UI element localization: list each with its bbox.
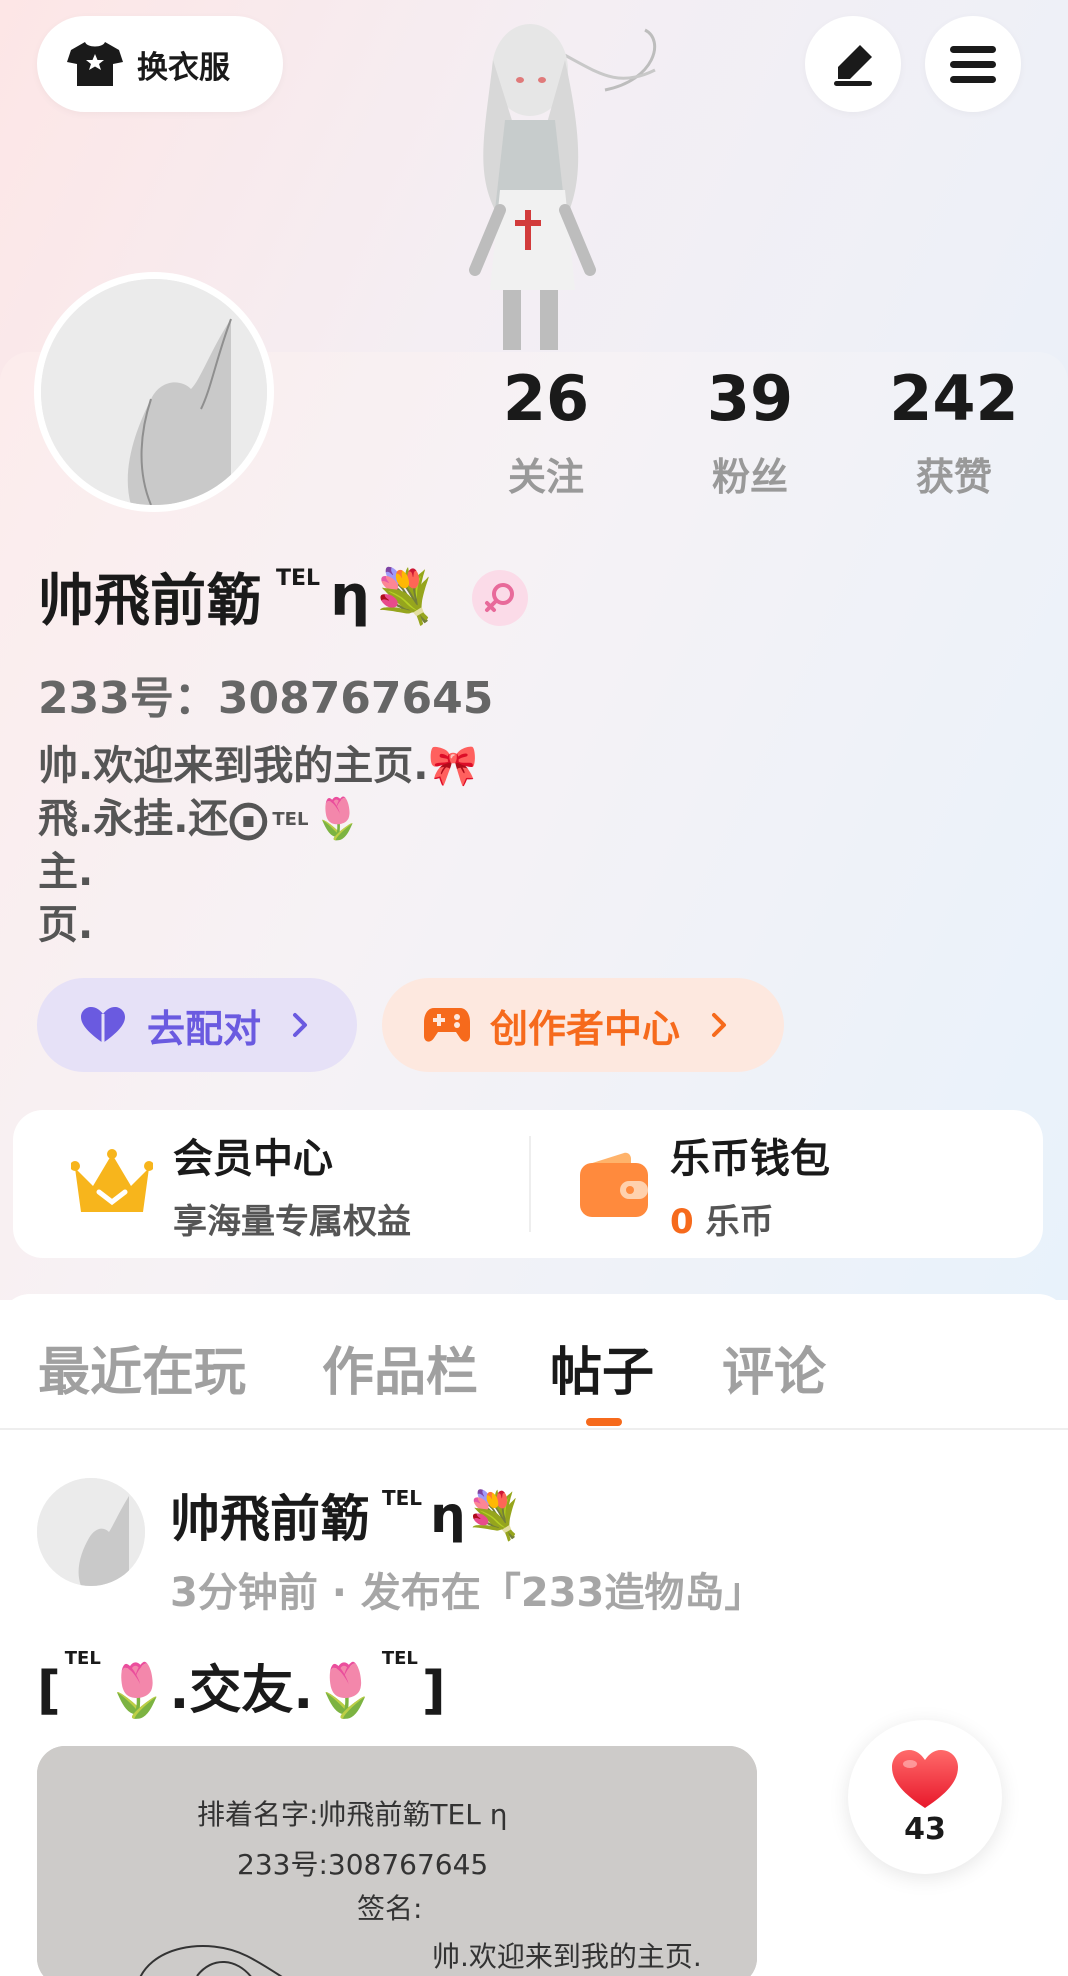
bio-tel-mark: TEL (272, 809, 309, 830)
like-button[interactable]: 43 (848, 1720, 1002, 1874)
membership-subtitle: 享海量专属权益 (173, 1201, 411, 1242)
post-title-tel-right: TEL (381, 1648, 418, 1669)
profile-bio: 帅.欢迎来到我的主页.🎀 飛.永挂.还⨀ TEL 🌷 主. 页. (38, 740, 478, 952)
post-author-avatar[interactable] (37, 1478, 145, 1586)
avatar-character-figure[interactable] (405, 10, 685, 350)
post-author-eta: η (430, 1486, 466, 1544)
bio-line-4: 页. (38, 902, 94, 948)
menu-icon (950, 46, 996, 83)
edit-profile-button[interactable] (805, 16, 901, 112)
post-image[interactable]: 排着名字:帅飛前簕TEL η 233号:308767645 签名: 帅.欢迎来到… (37, 1746, 757, 1976)
stat-likes-count: 242 (889, 362, 1019, 435)
wallet-icon (580, 1152, 648, 1217)
stat-followers-label: 粉丝 (711, 455, 788, 499)
change-outfit-label: 换衣服 (137, 49, 230, 86)
menu-button[interactable] (925, 16, 1021, 112)
chevron-right-icon (712, 1013, 727, 1037)
creator-center-label: 创作者中心 (490, 1006, 681, 1051)
nickname-tel-mark: TEL (276, 566, 321, 591)
membership-center-entry[interactable]: 会员中心 享海量专属权益 (71, 1110, 411, 1258)
user-id: 233号：308767645 (38, 673, 494, 724)
gender-female-icon (472, 570, 528, 626)
post-meta: 3分钟前 · 发布在「233造物岛」 (170, 1570, 765, 1616)
membership-wallet-card: 会员中心 享海量专属权益 乐币钱包 0 乐币 (13, 1110, 1043, 1258)
profile-page: 换衣服 26 关注 39 粉丝 242 获赞 帅飛前簕 TEL η 💐 233号… (0, 0, 1068, 1976)
wallet-unit: 乐币 (705, 1201, 774, 1242)
avatar-image (37, 1478, 145, 1586)
change-outfit-button[interactable]: 换衣服 (37, 16, 283, 112)
go-match-button[interactable]: 去配对 (37, 978, 357, 1072)
stat-likes-label: 获赞 (915, 455, 992, 499)
stat-followers-count: 39 (706, 362, 794, 435)
crown-icon (71, 1149, 153, 1212)
profile-avatar[interactable] (34, 272, 274, 512)
tab-divider (0, 1428, 1068, 1430)
tshirt-icon (67, 42, 123, 86)
nickname-text: 帅飛前簕 (38, 568, 262, 634)
like-count: 43 (904, 1811, 946, 1847)
chevron-right-icon (293, 1013, 308, 1037)
avatar-image (41, 279, 267, 505)
card-divider (529, 1136, 531, 1232)
active-tab-indicator (586, 1418, 622, 1426)
tulip-emoji: 🌷 (312, 796, 363, 842)
membership-title: 会员中心 (173, 1135, 333, 1182)
stat-following-label: 关注 (507, 455, 584, 499)
tab-posts[interactable]: 帖子 (550, 1330, 654, 1405)
wallet-balance: 0 (670, 1201, 694, 1242)
post-title-tel-left: TEL (64, 1648, 101, 1669)
tab-comments[interactable]: 评论 (722, 1330, 826, 1405)
post-title[interactable]: [TEL🌷.交友.🌷TEL] (37, 1648, 446, 1723)
stat-following[interactable]: 26 关注 (446, 368, 646, 501)
post-author-tel-mark: TEL (382, 1486, 423, 1510)
image-line-1: 排着名字:帅飛前簕TEL η (197, 1798, 507, 1831)
image-line-4: 帅.欢迎来到我的主页. (432, 1940, 702, 1973)
gamepad-icon (424, 1008, 470, 1042)
bouquet-emoji: 💐 (371, 566, 437, 627)
image-line-2: 233号:308767645 (237, 1848, 488, 1881)
stat-likes[interactable]: 242 获赞 (854, 368, 1054, 501)
bio-line-1: 帅.欢迎来到我的主页.🎀 (38, 743, 479, 789)
bouquet-emoji: 💐 (465, 1487, 523, 1542)
bio-line-3: 主. (38, 849, 94, 895)
heart-icon (892, 1749, 958, 1808)
bio-line-2: 飛.永挂.还⨀ TEL 🌷 (38, 796, 363, 842)
coin-wallet-entry[interactable]: 乐币钱包 0 乐币 (578, 1110, 830, 1258)
handwritten-note-image: 排着名字:帅飛前簕TEL η 233号:308767645 签名: 帅.欢迎来到… (37, 1746, 757, 1976)
post-author-name[interactable]: 帅飛前簕 TEL η 💐 (170, 1482, 523, 1548)
tab-works[interactable]: 作品栏 (322, 1330, 478, 1405)
tab-recently-played[interactable]: 最近在玩 (38, 1330, 246, 1405)
stat-following-count: 26 (502, 362, 590, 435)
nickname-eta: η (330, 563, 370, 629)
post-title-body: 🌷.交友.🌷 (104, 1661, 378, 1721)
heart-match-icon (81, 1007, 125, 1043)
go-match-label: 去配对 (147, 1006, 262, 1051)
profile-nickname: 帅飛前簕 TEL η 💐 (38, 560, 437, 634)
creator-center-button[interactable]: 创作者中心 (382, 978, 784, 1072)
image-line-3: 签名: (357, 1892, 422, 1925)
stat-followers[interactable]: 39 粉丝 (650, 368, 850, 501)
post-author-text: 帅飛前簕 (170, 1490, 370, 1548)
pen-icon (834, 45, 872, 86)
wallet-title: 乐币钱包 (670, 1135, 830, 1182)
